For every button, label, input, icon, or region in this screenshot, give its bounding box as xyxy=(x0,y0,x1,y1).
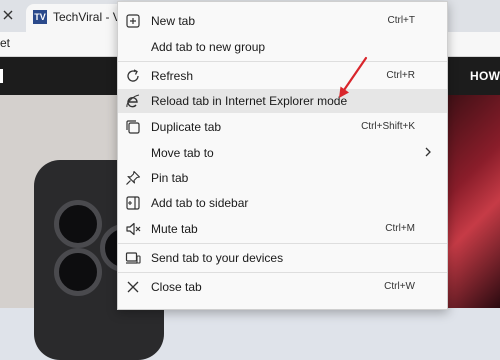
menu-item-label: Move tab to xyxy=(151,146,214,160)
menu-item-close-tab[interactable]: Close tab Ctrl+W xyxy=(118,275,447,299)
menu-item-label: Reload tab in Internet Explorer mode xyxy=(151,94,348,108)
menu-item-label: Duplicate tab xyxy=(151,120,222,134)
menu-item-label: Mute tab xyxy=(151,222,198,236)
nav-link[interactable]: HOW xyxy=(470,69,500,83)
menu-item-label: Send tab to your devices xyxy=(151,251,284,265)
menu-item-label: Add tab to new group xyxy=(151,40,266,54)
logo-fragment xyxy=(0,69,3,83)
devices-icon xyxy=(125,252,141,264)
menu-item-new-tab[interactable]: New tab Ctrl+T xyxy=(118,9,447,33)
speaker-icon xyxy=(126,222,141,236)
menu-item-shortcut: Ctrl+Shift+K xyxy=(361,121,415,132)
menu-item-reload-ie-mode[interactable]: Reload tab in Internet Explorer mode xyxy=(118,89,447,113)
menu-item-mute-tab[interactable]: Mute tab Ctrl+M xyxy=(118,217,447,241)
menu-item-pin-tab[interactable]: Pin tab xyxy=(118,166,447,190)
menu-separator xyxy=(118,272,447,273)
menu-item-label: New tab xyxy=(151,14,196,28)
chevron-right-icon xyxy=(425,147,431,157)
menu-item-label: Refresh xyxy=(151,69,194,83)
menu-item-duplicate-tab[interactable]: Duplicate tab Ctrl+Shift+K xyxy=(118,115,447,139)
address-text: et xyxy=(0,36,11,50)
menu-item-label: Close tab xyxy=(151,280,202,294)
menu-item-move-tab-to[interactable]: Move tab to xyxy=(118,141,447,165)
camera-lens xyxy=(54,248,102,296)
tab-context-menu: New tab Ctrl+T Add tab to new group Refr… xyxy=(117,1,448,310)
menu-item-label: Add tab to sidebar xyxy=(151,196,249,210)
close-icon xyxy=(127,281,139,293)
menu-item-label: Pin tab xyxy=(151,171,189,185)
menu-separator xyxy=(118,243,447,244)
new-tab-icon xyxy=(126,14,140,28)
camera-lens xyxy=(54,200,102,248)
menu-item-send-tab-to-devices[interactable]: Send tab to your devices xyxy=(118,246,447,270)
close-icon[interactable] xyxy=(2,6,18,24)
internet-explorer-icon xyxy=(126,94,140,108)
menu-item-shortcut: Ctrl+M xyxy=(385,223,415,234)
menu-item-shortcut: Ctrl+R xyxy=(386,70,415,81)
refresh-icon xyxy=(127,69,139,82)
pin-icon xyxy=(126,170,141,185)
menu-item-shortcut: Ctrl+T xyxy=(387,15,416,26)
sidebar-icon xyxy=(126,196,140,210)
menu-item-refresh[interactable]: Refresh Ctrl+R xyxy=(118,64,447,88)
menu-item-add-to-sidebar[interactable]: Add tab to sidebar xyxy=(118,191,447,215)
side-image xyxy=(440,95,500,308)
menu-item-shortcut: Ctrl+W xyxy=(384,281,415,292)
menu-separator xyxy=(118,61,447,62)
favicon-icon: TV xyxy=(33,10,47,24)
menu-item-add-tab-to-new-group[interactable]: Add tab to new group xyxy=(118,35,447,59)
duplicate-icon xyxy=(126,120,140,134)
